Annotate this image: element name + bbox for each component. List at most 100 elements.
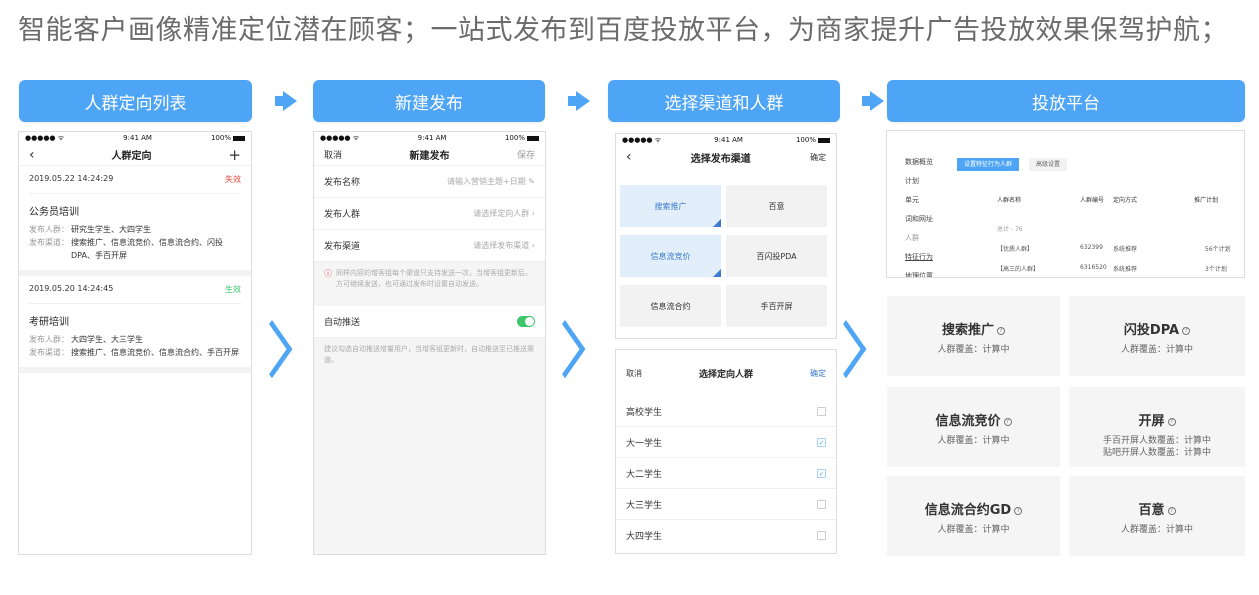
table-cell: 系统推荐 [1113, 266, 1138, 273]
nav-bar: ‹ 选择发布渠道 确定 [616, 146, 836, 168]
table-cell: 【高三的人群】 [997, 266, 1040, 273]
platform-tile-search[interactable]: 搜索推广? 人群覆盖：计算中 [887, 296, 1060, 376]
platform-tile-baiyi[interactable]: 百意? 人群覆盖：计算中 [1069, 476, 1245, 556]
auto-push-note: 建议勾选自动推送增量用户，当增客组更新时，自动推送至已推送渠道。 [314, 338, 545, 372]
channel-tile[interactable]: 手百开屏 [726, 285, 827, 327]
status-bar: ●●●●● ᯤ 9:41 AM 100% [616, 134, 836, 146]
advanced-settings-button[interactable]: 高级设置 [1029, 158, 1068, 171]
crowd-option[interactable]: 大二学生 ✓ [616, 458, 836, 489]
channel-tile[interactable]: 信息流合约 [620, 285, 721, 327]
phone-new-publish: ●●●●● ᯤ 9:41 AM 100% 取消 新建发布 保存 发布名称 请输入营… [313, 131, 546, 555]
cancel-button[interactable]: 取消 [324, 148, 342, 161]
table-cell: 系统推荐 [1113, 246, 1138, 253]
platform-title: 闪投DPA [1123, 323, 1180, 338]
dashboard-sidebar: 数据概览 计划 单元 词和网址 人群 特征行为 地理位置 [887, 131, 945, 277]
chevron-left-icon[interactable]: ‹ [29, 147, 35, 163]
help-icon[interactable]: ? [1167, 506, 1176, 515]
sidebar-item[interactable]: 计划 [887, 172, 945, 191]
step-new-publish: 新建发布 [313, 80, 545, 122]
publish-crowd-field[interactable]: 发布人群 请选择定向人群 › [314, 198, 545, 230]
step-platform: 投放平台 [887, 80, 1245, 122]
crowd-card[interactable]: 2019.05.20 14:24:45 生效 考研培训 发布人群： 大四学生、大三学… [19, 276, 251, 373]
sheet-title: 选择定向人群 [698, 369, 753, 380]
crowd-option[interactable]: 大四学生 [616, 520, 836, 551]
sidebar-item[interactable]: 单元 [887, 191, 945, 210]
publish-name-field[interactable]: 发布名称 请输入营销主题+日期 ✎ [314, 166, 545, 198]
auto-push-label: 自动推送 [324, 318, 361, 328]
help-icon[interactable]: ? [997, 326, 1005, 335]
chevron-right-icon [846, 318, 860, 370]
crowd-option[interactable]: 大一学生 ✓ [616, 427, 836, 458]
cancel-button[interactable]: 取消 [626, 368, 642, 379]
field-placeholder: 请选择定向人群 › [473, 209, 535, 218]
checkbox[interactable] [817, 531, 826, 540]
plus-icon[interactable]: + [228, 146, 241, 164]
nav-bar: 取消 新建发布 保存 [314, 144, 545, 166]
status-time: 9:41 AM [714, 136, 743, 144]
chevron-left-icon[interactable]: ‹ [626, 149, 632, 165]
help-icon[interactable]: ? [1014, 506, 1023, 515]
checkbox[interactable] [817, 406, 826, 416]
warning-icon: ⓘ [324, 269, 332, 278]
platform-coverage: 手百开屏人数覆盖：计算中 贴吧开屏人数覆盖：计算中 [1102, 436, 1211, 458]
option-label: 大二学生 [626, 469, 663, 480]
battery-icon [232, 135, 245, 141]
step-select-channel: 选择渠道和人群 [608, 80, 840, 122]
chevron-right-icon: › [531, 209, 535, 218]
sidebar-item[interactable]: 人群 [887, 229, 945, 248]
nav-bar: ‹ 人群定向 + [19, 144, 251, 166]
checkbox-checked[interactable]: ✓ [817, 468, 826, 478]
kv-value: 搜索推广、信息流竞价、信息流合约、闪投DPA、手百开屏 [71, 238, 223, 260]
step-crowd-list: 人群定向列表 [19, 80, 252, 122]
channel-tile[interactable]: 百闪投PDA [726, 235, 827, 277]
auto-push-row: 自动推送 [314, 306, 545, 338]
chevron-right-icon [272, 318, 286, 370]
platform-dashboard: 数据概览 计划 单元 词和网址 人群 特征行为 地理位置 设置特征行为人群 高级… [886, 130, 1245, 278]
kv-label: 发布渠道： [29, 348, 69, 357]
table-header: 推广计划 [1194, 197, 1219, 204]
field-label: 发布渠道 [324, 242, 361, 252]
help-icon[interactable]: ? [1182, 326, 1191, 335]
help-icon[interactable]: ? [1167, 417, 1176, 426]
sidebar-item[interactable]: 词和网址 [887, 210, 945, 229]
checkbox-checked[interactable]: ✓ [817, 437, 826, 447]
save-button[interactable]: 保存 [517, 148, 535, 161]
confirm-button[interactable]: 确定 [810, 152, 826, 163]
set-behavior-crowd-button[interactable]: 设置特征行为人群 [957, 158, 1020, 171]
table-header: 定向方式 [1113, 197, 1138, 204]
platform-tile-feed-gd[interactable]: 信息流合约GD? 人群覆盖：计算中 [887, 476, 1060, 556]
sidebar-item-active[interactable]: 特征行为 [887, 248, 945, 267]
publish-channel-field[interactable]: 发布渠道 请选择发布渠道 › [314, 230, 545, 262]
channel-tile[interactable]: 信息流竞价 [620, 235, 721, 277]
card-date: 2019.05.22 14:24:29 [29, 174, 114, 183]
crowd-option[interactable]: 大三学生 [616, 489, 836, 520]
auto-push-toggle[interactable] [517, 316, 535, 327]
checkbox[interactable] [817, 499, 826, 509]
channel-tile[interactable]: 搜索推广 [620, 185, 721, 227]
table-cell: 6316520 [1080, 264, 1107, 271]
channel-tile[interactable]: 百意 [726, 185, 827, 227]
battery-icon [526, 135, 539, 141]
confirm-button[interactable]: 确定 [810, 368, 826, 379]
table-cell: 【优质人群】 [997, 246, 1034, 253]
table-cell: 3个计划 [1205, 266, 1227, 273]
crowd-option[interactable]: 高校学生 [616, 396, 836, 427]
platform-coverage: 人群覆盖：计算中 [937, 345, 1010, 355]
warning-notice: ⓘ 同样内容的增客组每个渠道只支持发送一次，当增客组更新后，方可继续发送，也可通… [314, 262, 545, 296]
help-icon[interactable]: ? [1003, 417, 1012, 426]
battery-icon [817, 137, 830, 143]
platform-title: 信息流合约GD [924, 503, 1012, 518]
sidebar-item[interactable]: 地理位置 [887, 267, 945, 277]
crowd-card[interactable]: 2019.05.22 14:24:29 失效 公务员培训 发布人群： 研究生学生、大… [19, 166, 251, 276]
page-title: 选择发布渠道 [690, 153, 751, 165]
platform-tile-splash[interactable]: 开屏? 手百开屏人数覆盖：计算中 贴吧开屏人数覆盖：计算中 [1069, 387, 1245, 467]
platform-tile-dpa[interactable]: 闪投DPA? 人群覆盖：计算中 [1069, 296, 1245, 376]
sidebar-item[interactable]: 数据概览 [887, 153, 945, 172]
status-time: 9:41 AM [123, 134, 152, 142]
field-label: 发布名称 [324, 178, 361, 188]
field-placeholder: 请输入营销主题+日期 ✎ [447, 177, 535, 186]
platform-tile-feed-bid[interactable]: 信息流竞价? 人群覆盖：计算中 [887, 387, 1060, 467]
platform-coverage: 人群覆盖：计算中 [1120, 525, 1193, 535]
edit-icon: ✎ [528, 177, 535, 186]
signal-icon: ●●●●● ᯤ [320, 133, 360, 142]
